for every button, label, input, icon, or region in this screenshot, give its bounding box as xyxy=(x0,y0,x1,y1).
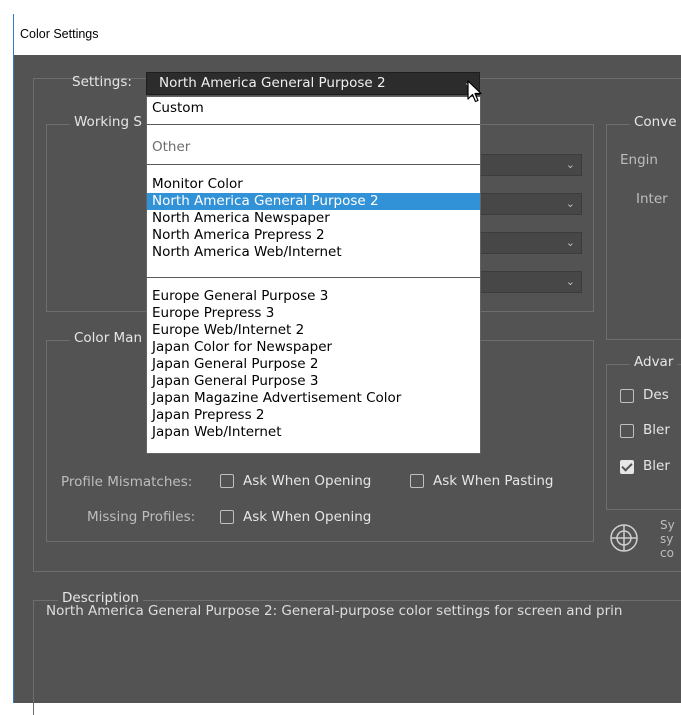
dropdown-item-japan-general-purpose-3[interactable]: Japan General Purpose 3 xyxy=(147,373,480,390)
profile-mismatches-label: Profile Mismatches: xyxy=(61,474,193,490)
chevron-down-icon: ⌄ xyxy=(565,197,575,210)
settings-label: Settings: xyxy=(72,74,132,90)
dropdown-item-na-prepress-2[interactable]: North America Prepress 2 xyxy=(147,227,480,244)
intent-label: Inter xyxy=(636,191,668,207)
settings-dropdown-list: Custom Other Monitor Color North America… xyxy=(146,96,481,454)
dropdown-item-monitor-color[interactable]: Monitor Color xyxy=(147,176,480,193)
missing-profiles-label: Missing Profiles: xyxy=(87,509,196,525)
sync-text-line: sy xyxy=(660,532,674,546)
dropdown-item-japan-color-newspaper[interactable]: Japan Color for Newspaper xyxy=(147,339,480,356)
dropdown-item-japan-general-purpose-2[interactable]: Japan General Purpose 2 xyxy=(147,356,480,373)
mismatch-ask-opening-label[interactable]: Ask When Opening xyxy=(243,473,371,489)
window-title: Color Settings xyxy=(20,27,99,41)
sync-text-line: Sy xyxy=(660,518,675,532)
missing-ask-opening-label[interactable]: Ask When Opening xyxy=(243,509,371,525)
dropdown-separator xyxy=(147,277,480,278)
dropdown-item-japan-magazine-ad-color[interactable]: Japan Magazine Advertisement Color xyxy=(147,390,480,407)
dropdown-item-na-general-purpose-2[interactable]: North America General Purpose 2 xyxy=(147,193,480,210)
dropdown-item-japan-prepress-2[interactable]: Japan Prepress 2 xyxy=(147,407,480,424)
advanced-option-label[interactable]: Des xyxy=(643,387,669,403)
advanced-blend-rgb-checkbox[interactable] xyxy=(620,424,634,438)
dropdown-item-other: Other xyxy=(152,139,191,155)
dropdown-separator xyxy=(147,124,480,125)
dropdown-item-na-web-internet[interactable]: North America Web/Internet xyxy=(147,244,480,261)
chevron-down-icon: ⌄ xyxy=(565,236,575,249)
dropdown-item-na-newspaper[interactable]: North America Newspaper xyxy=(147,210,480,227)
sync-text-line: co xyxy=(660,546,674,560)
working-spaces-title: Working S xyxy=(70,114,146,130)
color-management-title: Color Man xyxy=(70,330,147,346)
title-bar: Color Settings xyxy=(13,14,681,55)
globe-icon xyxy=(609,523,639,553)
description-text: North America General Purpose 2: General… xyxy=(46,603,623,619)
missing-ask-opening-checkbox[interactable] xyxy=(220,510,234,524)
dropdown-item-custom[interactable]: Custom xyxy=(147,100,480,117)
chevron-down-icon: ⌄ xyxy=(565,158,575,171)
conversion-options-title: Conve xyxy=(630,114,681,130)
advanced-blend-text-checkbox[interactable] xyxy=(620,460,634,474)
advanced-option-label[interactable]: Bler xyxy=(643,458,670,474)
mismatch-ask-opening-checkbox[interactable] xyxy=(220,474,234,488)
chevron-down-icon: ⌄ xyxy=(565,275,575,288)
advanced-option-label[interactable]: Bler xyxy=(643,422,670,438)
color-settings-window: Color Settings Settings: Working S ⌄ ⌄ ⌄… xyxy=(13,14,681,715)
dropdown-item-europe-prepress-3[interactable]: Europe Prepress 3 xyxy=(147,305,480,322)
advanced-desaturate-checkbox[interactable] xyxy=(620,389,634,403)
dropdown-item-europe-general-purpose-3[interactable]: Europe General Purpose 3 xyxy=(147,288,480,305)
engine-label: Engin xyxy=(620,152,658,168)
dropdown-separator xyxy=(147,164,480,165)
mouse-pointer-icon xyxy=(467,80,483,108)
dropdown-item-japan-web-internet[interactable]: Japan Web/Internet xyxy=(147,424,480,441)
settings-select[interactable]: North America General Purpose 2 ⌄ xyxy=(146,72,480,95)
settings-select-value: North America General Purpose 2 xyxy=(159,75,386,91)
mismatch-ask-pasting-checkbox[interactable] xyxy=(410,474,424,488)
dropdown-item-europe-web-internet-2[interactable]: Europe Web/Internet 2 xyxy=(147,322,480,339)
mismatch-ask-pasting-label[interactable]: Ask When Pasting xyxy=(433,473,553,489)
advanced-controls-title: Advar xyxy=(630,354,678,370)
